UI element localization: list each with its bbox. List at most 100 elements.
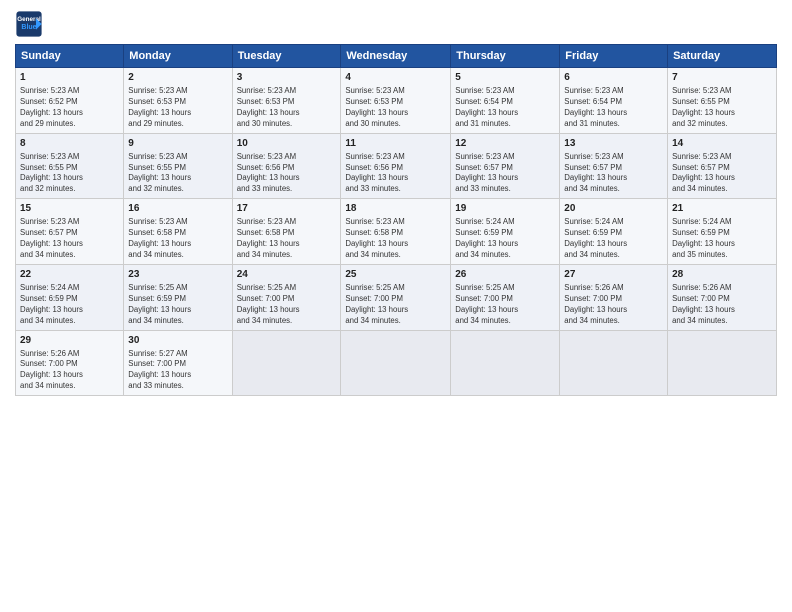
day-number: 22 [20, 268, 119, 282]
day-info: Sunrise: 5:25 AM Sunset: 6:59 PM Dayligh… [128, 283, 227, 327]
day-number: 8 [20, 137, 119, 151]
day-number: 6 [564, 71, 663, 85]
day-number: 20 [564, 202, 663, 216]
calendar-cell: 30Sunrise: 5:27 AM Sunset: 7:00 PM Dayli… [124, 330, 232, 396]
day-number: 1 [20, 71, 119, 85]
calendar-cell: 29Sunrise: 5:26 AM Sunset: 7:00 PM Dayli… [16, 330, 124, 396]
day-number: 19 [455, 202, 555, 216]
week-row-1: 1Sunrise: 5:23 AM Sunset: 6:52 PM Daylig… [16, 68, 777, 134]
column-headers: SundayMondayTuesdayWednesdayThursdayFrid… [16, 45, 777, 68]
day-info: Sunrise: 5:23 AM Sunset: 6:57 PM Dayligh… [672, 152, 772, 196]
day-info: Sunrise: 5:23 AM Sunset: 6:57 PM Dayligh… [455, 152, 555, 196]
day-info: Sunrise: 5:23 AM Sunset: 6:56 PM Dayligh… [237, 152, 337, 196]
day-number: 10 [237, 137, 337, 151]
calendar-cell: 8Sunrise: 5:23 AM Sunset: 6:55 PM Daylig… [16, 133, 124, 199]
col-header-thursday: Thursday [451, 45, 560, 68]
day-number: 27 [564, 268, 663, 282]
day-info: Sunrise: 5:23 AM Sunset: 6:53 PM Dayligh… [237, 86, 337, 130]
day-number: 28 [672, 268, 772, 282]
calendar-cell: 22Sunrise: 5:24 AM Sunset: 6:59 PM Dayli… [16, 264, 124, 330]
calendar-cell: 14Sunrise: 5:23 AM Sunset: 6:57 PM Dayli… [668, 133, 777, 199]
day-info: Sunrise: 5:23 AM Sunset: 6:55 PM Dayligh… [20, 152, 119, 196]
day-number: 13 [564, 137, 663, 151]
day-number: 4 [345, 71, 446, 85]
calendar-cell: 12Sunrise: 5:23 AM Sunset: 6:57 PM Dayli… [451, 133, 560, 199]
calendar-cell: 24Sunrise: 5:25 AM Sunset: 7:00 PM Dayli… [232, 264, 341, 330]
day-info: Sunrise: 5:23 AM Sunset: 6:58 PM Dayligh… [345, 217, 446, 261]
col-header-friday: Friday [560, 45, 668, 68]
day-info: Sunrise: 5:23 AM Sunset: 6:57 PM Dayligh… [20, 217, 119, 261]
day-info: Sunrise: 5:23 AM Sunset: 6:53 PM Dayligh… [345, 86, 446, 130]
day-info: Sunrise: 5:23 AM Sunset: 6:56 PM Dayligh… [345, 152, 446, 196]
day-info: Sunrise: 5:27 AM Sunset: 7:00 PM Dayligh… [128, 349, 227, 393]
calendar-cell: 5Sunrise: 5:23 AM Sunset: 6:54 PM Daylig… [451, 68, 560, 134]
day-number: 24 [237, 268, 337, 282]
day-info: Sunrise: 5:23 AM Sunset: 6:57 PM Dayligh… [564, 152, 663, 196]
calendar-cell: 27Sunrise: 5:26 AM Sunset: 7:00 PM Dayli… [560, 264, 668, 330]
day-number: 3 [237, 71, 337, 85]
day-info: Sunrise: 5:24 AM Sunset: 6:59 PM Dayligh… [564, 217, 663, 261]
col-header-wednesday: Wednesday [341, 45, 451, 68]
calendar-cell [560, 330, 668, 396]
calendar-table: SundayMondayTuesdayWednesdayThursdayFrid… [15, 44, 777, 396]
day-info: Sunrise: 5:25 AM Sunset: 7:00 PM Dayligh… [345, 283, 446, 327]
day-number: 26 [455, 268, 555, 282]
day-info: Sunrise: 5:26 AM Sunset: 7:00 PM Dayligh… [564, 283, 663, 327]
calendar-cell: 16Sunrise: 5:23 AM Sunset: 6:58 PM Dayli… [124, 199, 232, 265]
logo-icon: General Blue [15, 10, 43, 38]
day-info: Sunrise: 5:24 AM Sunset: 6:59 PM Dayligh… [20, 283, 119, 327]
day-number: 25 [345, 268, 446, 282]
day-number: 9 [128, 137, 227, 151]
week-row-4: 22Sunrise: 5:24 AM Sunset: 6:59 PM Dayli… [16, 264, 777, 330]
calendar-cell: 21Sunrise: 5:24 AM Sunset: 6:59 PM Dayli… [668, 199, 777, 265]
day-number: 17 [237, 202, 337, 216]
page: General Blue SundayMondayTuesdayWednesda… [0, 0, 792, 612]
calendar-cell [232, 330, 341, 396]
calendar-cell: 15Sunrise: 5:23 AM Sunset: 6:57 PM Dayli… [16, 199, 124, 265]
day-info: Sunrise: 5:25 AM Sunset: 7:00 PM Dayligh… [455, 283, 555, 327]
calendar-cell: 20Sunrise: 5:24 AM Sunset: 6:59 PM Dayli… [560, 199, 668, 265]
day-info: Sunrise: 5:26 AM Sunset: 7:00 PM Dayligh… [672, 283, 772, 327]
calendar-cell: 3Sunrise: 5:23 AM Sunset: 6:53 PM Daylig… [232, 68, 341, 134]
calendar-cell: 4Sunrise: 5:23 AM Sunset: 6:53 PM Daylig… [341, 68, 451, 134]
day-number: 29 [20, 334, 119, 348]
day-number: 16 [128, 202, 227, 216]
day-info: Sunrise: 5:23 AM Sunset: 6:53 PM Dayligh… [128, 86, 227, 130]
col-header-tuesday: Tuesday [232, 45, 341, 68]
day-number: 11 [345, 137, 446, 151]
day-number: 12 [455, 137, 555, 151]
day-info: Sunrise: 5:23 AM Sunset: 6:55 PM Dayligh… [128, 152, 227, 196]
col-header-sunday: Sunday [16, 45, 124, 68]
day-info: Sunrise: 5:23 AM Sunset: 6:58 PM Dayligh… [128, 217, 227, 261]
day-info: Sunrise: 5:24 AM Sunset: 6:59 PM Dayligh… [672, 217, 772, 261]
calendar-cell: 18Sunrise: 5:23 AM Sunset: 6:58 PM Dayli… [341, 199, 451, 265]
calendar-cell: 25Sunrise: 5:25 AM Sunset: 7:00 PM Dayli… [341, 264, 451, 330]
day-number: 2 [128, 71, 227, 85]
day-number: 7 [672, 71, 772, 85]
col-header-monday: Monday [124, 45, 232, 68]
col-header-saturday: Saturday [668, 45, 777, 68]
calendar-cell: 23Sunrise: 5:25 AM Sunset: 6:59 PM Dayli… [124, 264, 232, 330]
calendar-cell: 10Sunrise: 5:23 AM Sunset: 6:56 PM Dayli… [232, 133, 341, 199]
calendar-cell: 2Sunrise: 5:23 AM Sunset: 6:53 PM Daylig… [124, 68, 232, 134]
calendar-cell [668, 330, 777, 396]
calendar-cell: 11Sunrise: 5:23 AM Sunset: 6:56 PM Dayli… [341, 133, 451, 199]
day-info: Sunrise: 5:23 AM Sunset: 6:58 PM Dayligh… [237, 217, 337, 261]
day-number: 5 [455, 71, 555, 85]
day-number: 14 [672, 137, 772, 151]
logo: General Blue [15, 10, 43, 38]
calendar-cell: 6Sunrise: 5:23 AM Sunset: 6:54 PM Daylig… [560, 68, 668, 134]
week-row-5: 29Sunrise: 5:26 AM Sunset: 7:00 PM Dayli… [16, 330, 777, 396]
calendar-cell: 9Sunrise: 5:23 AM Sunset: 6:55 PM Daylig… [124, 133, 232, 199]
calendar-cell: 7Sunrise: 5:23 AM Sunset: 6:55 PM Daylig… [668, 68, 777, 134]
day-number: 18 [345, 202, 446, 216]
day-number: 30 [128, 334, 227, 348]
calendar-cell: 1Sunrise: 5:23 AM Sunset: 6:52 PM Daylig… [16, 68, 124, 134]
day-number: 23 [128, 268, 227, 282]
calendar-cell: 28Sunrise: 5:26 AM Sunset: 7:00 PM Dayli… [668, 264, 777, 330]
day-number: 15 [20, 202, 119, 216]
calendar-cell: 19Sunrise: 5:24 AM Sunset: 6:59 PM Dayli… [451, 199, 560, 265]
day-info: Sunrise: 5:23 AM Sunset: 6:55 PM Dayligh… [672, 86, 772, 130]
day-info: Sunrise: 5:26 AM Sunset: 7:00 PM Dayligh… [20, 349, 119, 393]
calendar-cell [451, 330, 560, 396]
